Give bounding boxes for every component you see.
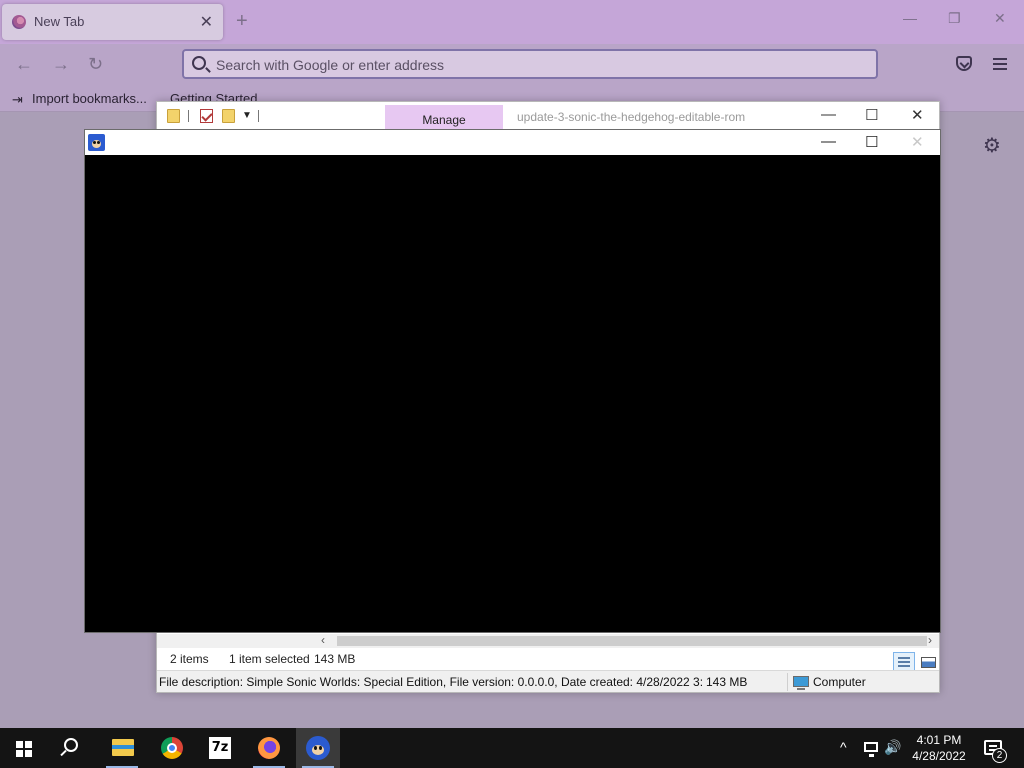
taskbar-7zip[interactable]: 7z [198, 728, 242, 768]
computer-icon [793, 676, 809, 690]
scroll-right-icon[interactable]: › [928, 633, 932, 647]
details-divider [787, 673, 788, 691]
file-size: 143 MB [706, 675, 748, 689]
sonic-app-icon [88, 134, 105, 151]
windows-start-icon[interactable] [16, 741, 32, 757]
properties-icon[interactable] [200, 109, 213, 123]
toolbar-divider [258, 110, 259, 122]
new-folder-icon[interactable] [222, 109, 235, 123]
system-clock[interactable]: 4:01 PM 4/28/2022 [900, 732, 978, 764]
sonic-icon [306, 736, 330, 760]
scrollbar-thumb[interactable] [337, 636, 927, 646]
taskbar-file-explorer[interactable] [100, 728, 144, 768]
taskbar: 7z ^ 🔊 4:01 PM 4/28/2022 2 [0, 728, 1024, 768]
explorer-close-button[interactable]: ✕ [911, 106, 924, 124]
7zip-icon: 7z [209, 737, 231, 759]
tab-title: New Tab [34, 14, 85, 29]
selection-count: 1 item selected [229, 652, 310, 666]
game-close-button[interactable]: ✕ [911, 133, 924, 151]
volume-icon[interactable]: 🔊 [884, 739, 901, 756]
gear-icon[interactable]: ⚙ [983, 133, 1001, 158]
network-icon[interactable] [864, 742, 878, 757]
search-icon [192, 56, 206, 70]
pocket-icon[interactable] [956, 56, 972, 71]
file-description: File description: Simple Sonic Worlds: S… [159, 675, 703, 689]
game-maximize-button[interactable]: ☐ [865, 133, 878, 151]
game-minimize-button[interactable]: — [821, 133, 836, 150]
show-hidden-icons-icon[interactable]: ^ [840, 739, 847, 755]
firefox-favicon-icon [12, 15, 26, 29]
sonic-game-window: — ☐ ✕ [84, 129, 941, 633]
clock-date: 4/28/2022 [912, 749, 966, 763]
selection-size: 143 MB [314, 652, 356, 666]
details-view-icon[interactable] [893, 652, 915, 672]
bookmark-import[interactable]: Import bookmarks... [32, 91, 147, 106]
hamburger-menu-icon[interactable] [993, 58, 1007, 70]
tab-manage[interactable]: Manage [385, 105, 503, 132]
window-title: update-3-sonic-the-hedgehog-editable-rom [517, 110, 746, 124]
file-explorer-icon [112, 739, 134, 756]
firefox-tab-bar: New Tab ✕ + — ❐ ✕ [0, 0, 1024, 44]
firefox-minimize-button[interactable]: — [903, 10, 917, 26]
address-input[interactable] [216, 55, 816, 75]
new-tab-button[interactable]: + [236, 10, 248, 33]
tab-close-icon[interactable]: ✕ [200, 12, 213, 32]
firefox-nav-bar: ← → ↻ [0, 44, 1024, 86]
firefox-icon [258, 737, 280, 759]
status-bar: 2 items 1 item selected 143 MB [157, 648, 939, 672]
taskbar-search-icon[interactable] [64, 738, 78, 752]
address-bar[interactable] [182, 49, 878, 79]
taskbar-chrome[interactable] [150, 728, 194, 768]
game-title-bar: — ☐ ✕ [85, 130, 940, 155]
large-icons-view-icon[interactable] [917, 652, 939, 672]
back-button[interactable]: ← [15, 54, 33, 75]
location-label: Computer [813, 675, 866, 689]
taskbar-sonic-worlds[interactable] [296, 728, 340, 768]
import-icon: ⇥ [12, 92, 23, 107]
horizontal-scrollbar[interactable]: ‹ › [157, 633, 939, 648]
explorer-maximize-button[interactable]: ☐ [865, 106, 878, 124]
explorer-title-bar: ▼ Manage update-3-sonic-the-hedgehog-edi… [157, 102, 939, 132]
clock-time: 4:01 PM [916, 733, 962, 747]
firefox-close-button[interactable]: ✕ [994, 10, 1006, 27]
explorer-minimize-button[interactable]: — [821, 106, 836, 123]
forward-button[interactable]: → [52, 54, 70, 75]
tab-new-tab[interactable]: New Tab ✕ [2, 4, 223, 40]
customize-toolbar-dropdown-icon[interactable]: ▼ [242, 110, 252, 121]
details-bar: File description: Simple Sonic Worlds: S… [157, 670, 939, 692]
toolbar-divider [188, 110, 189, 122]
reload-button[interactable]: ↻ [88, 54, 103, 75]
chrome-icon [161, 737, 183, 759]
notification-badge: 2 [992, 748, 1007, 763]
game-canvas[interactable] [85, 155, 940, 632]
scroll-left-icon[interactable]: ‹ [321, 633, 325, 647]
taskbar-firefox[interactable] [247, 728, 291, 768]
firefox-restore-button[interactable]: ❐ [948, 10, 961, 27]
item-count: 2 items [170, 652, 209, 666]
folder-icon [167, 109, 180, 123]
